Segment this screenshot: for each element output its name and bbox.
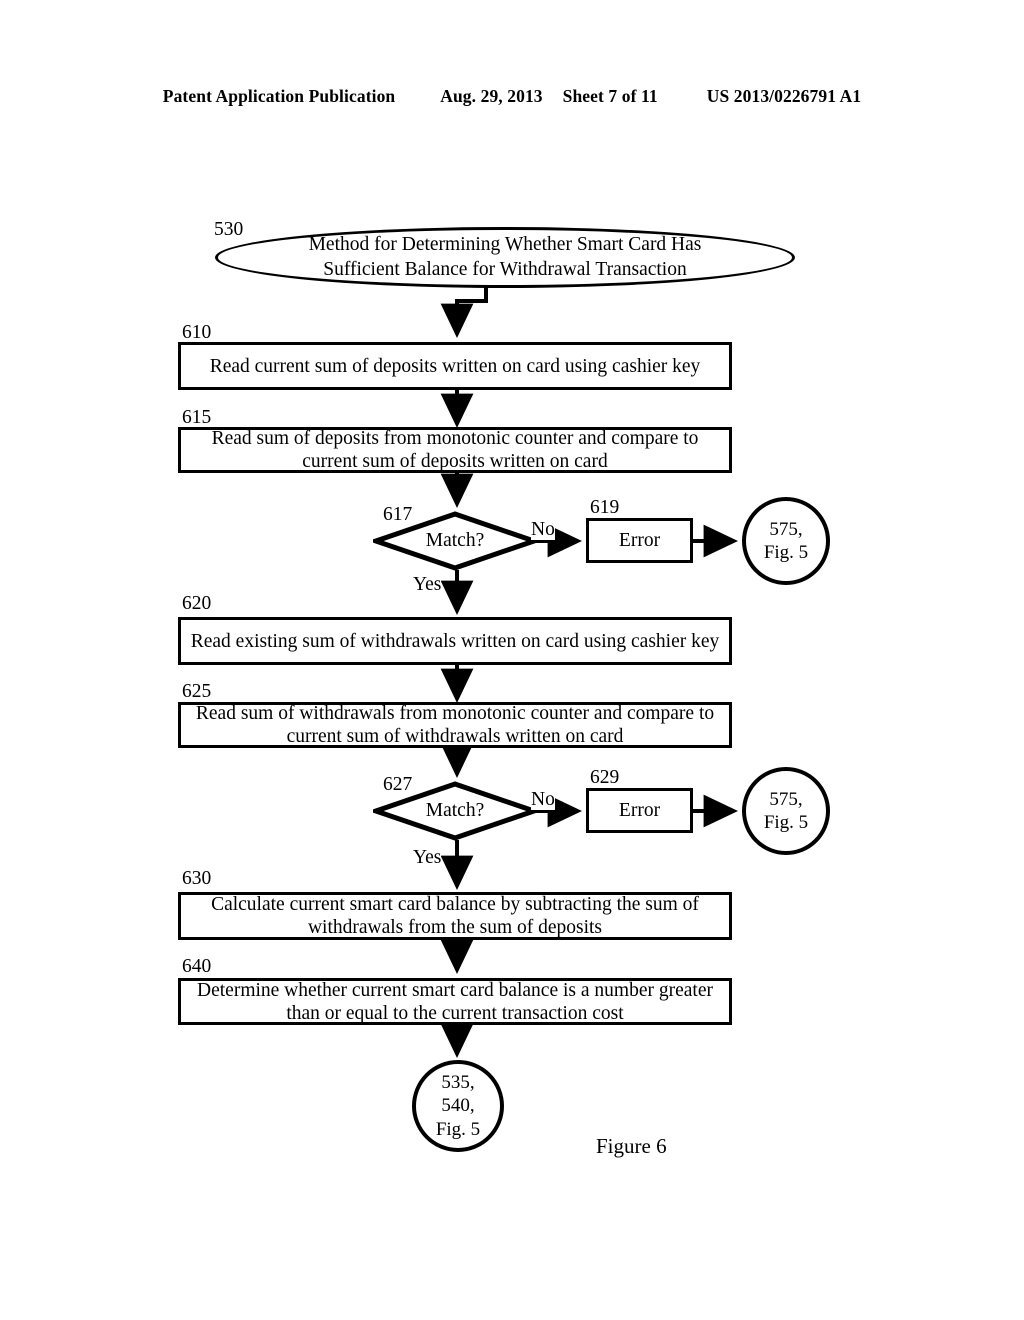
start-oval-530: Method for Determining Whether Smart Car… bbox=[215, 227, 795, 288]
offpage-connector-575-top: 575, Fig. 5 bbox=[742, 497, 830, 585]
process-box-615-line-2: current sum of deposits written on card bbox=[302, 451, 608, 472]
flowchart-figure: 530 Method for Determining Whether Smart… bbox=[0, 0, 1024, 1320]
offpage-connector-575-bottom-line-1: 575, bbox=[769, 788, 803, 810]
process-box-610: Read current sum of deposits written on … bbox=[178, 342, 732, 390]
figure-caption: Figure 6 bbox=[596, 1134, 667, 1158]
ref-numeral-615: 615 bbox=[182, 407, 212, 428]
ref-numeral-620: 620 bbox=[182, 593, 212, 614]
offpage-connector-575-bottom-line-2: Fig. 5 bbox=[763, 812, 809, 833]
error-box-629: Error bbox=[586, 788, 693, 833]
process-box-630: Calculate current smart card balance by … bbox=[178, 892, 732, 940]
offpage-connector-575-bottom: 575, Fig. 5 bbox=[742, 767, 830, 855]
process-box-620: Read existing sum of withdrawals written… bbox=[178, 617, 732, 665]
ref-numeral-617: 617 bbox=[383, 504, 413, 525]
process-box-615: Read sum of deposits from monotonic coun… bbox=[178, 427, 732, 473]
error-box-619: Error bbox=[586, 518, 693, 563]
process-box-610-line-1: Read current sum of deposits written on … bbox=[209, 355, 701, 377]
process-box-615-line-1: Read sum of deposits from monotonic coun… bbox=[211, 428, 699, 449]
process-box-630-line-2: withdrawals from the sum of deposits bbox=[307, 917, 603, 938]
start-oval-line-1: Method for Determining Whether Smart Car… bbox=[308, 234, 702, 256]
start-oval-line-2: Sufficient Balance for Withdrawal Transa… bbox=[323, 258, 687, 280]
ref-numeral-619: 619 bbox=[590, 497, 620, 518]
offpage-connector-575-top-line-2: Fig. 5 bbox=[763, 542, 809, 563]
edge-label-617-no: No bbox=[531, 519, 555, 540]
process-box-625-line-2: current sum of withdrawals written on ca… bbox=[286, 726, 624, 747]
ref-numeral-640: 640 bbox=[182, 956, 212, 977]
edge-label-627-yes: Yes bbox=[413, 847, 442, 868]
terminal-line-1: 535, bbox=[441, 1072, 475, 1094]
error-box-629-label: Error bbox=[618, 799, 661, 821]
offpage-connector-575-top-line-1: 575, bbox=[769, 518, 803, 540]
ref-numeral-610: 610 bbox=[182, 322, 212, 343]
terminal-line-3: Fig. 5 bbox=[435, 1118, 481, 1140]
process-box-640-line-1: Determine whether current smart card bal… bbox=[197, 979, 713, 1001]
process-box-620-line-1: Read existing sum of withdrawals written… bbox=[190, 630, 720, 652]
edge-label-627-no: No bbox=[531, 789, 555, 810]
edge-label-617-yes: Yes bbox=[413, 574, 442, 595]
ref-numeral-629: 629 bbox=[590, 767, 620, 788]
process-box-640-line-2: than or equal to the current transaction… bbox=[286, 1002, 624, 1024]
process-box-625-line-1: Read sum of withdrawals from monotonic c… bbox=[195, 703, 715, 724]
process-box-640: Determine whether current smart card bal… bbox=[178, 978, 732, 1025]
error-box-619-label: Error bbox=[618, 529, 661, 551]
process-box-625: Read sum of withdrawals from monotonic c… bbox=[178, 702, 732, 748]
terminal-line-2: 540, bbox=[441, 1095, 475, 1117]
ref-numeral-630: 630 bbox=[182, 868, 212, 889]
ref-numeral-625: 625 bbox=[182, 681, 212, 702]
ref-numeral-530: 530 bbox=[214, 219, 244, 240]
offpage-connector-535-540: 535, 540, Fig. 5 bbox=[412, 1060, 504, 1152]
ref-numeral-627: 627 bbox=[383, 774, 413, 795]
process-box-630-line-1: Calculate current smart card balance by … bbox=[211, 894, 699, 915]
